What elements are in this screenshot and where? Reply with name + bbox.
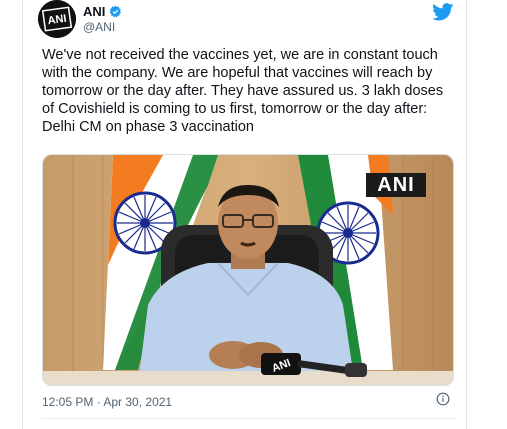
author-handle[interactable]: @ANI — [83, 20, 115, 34]
tweet-media-video[interactable]: ANI ANI — [42, 154, 454, 386]
tweet-timestamp[interactable]: 12:05 PM · Apr 30, 2021 — [42, 395, 172, 409]
author-name[interactable]: ANI — [83, 4, 105, 19]
media-watermark: ANI — [366, 173, 426, 197]
tweet-text: We've not received the vaccines yet, we … — [42, 47, 444, 135]
ani-logo-icon: ANI — [38, 0, 76, 38]
info-icon[interactable] — [436, 392, 450, 406]
twitter-bird-icon[interactable] — [432, 3, 454, 21]
verified-badge-icon — [110, 5, 122, 18]
avatar[interactable]: ANI — [38, 0, 76, 38]
divider — [42, 418, 456, 419]
author-name-row[interactable]: ANI — [83, 4, 122, 19]
